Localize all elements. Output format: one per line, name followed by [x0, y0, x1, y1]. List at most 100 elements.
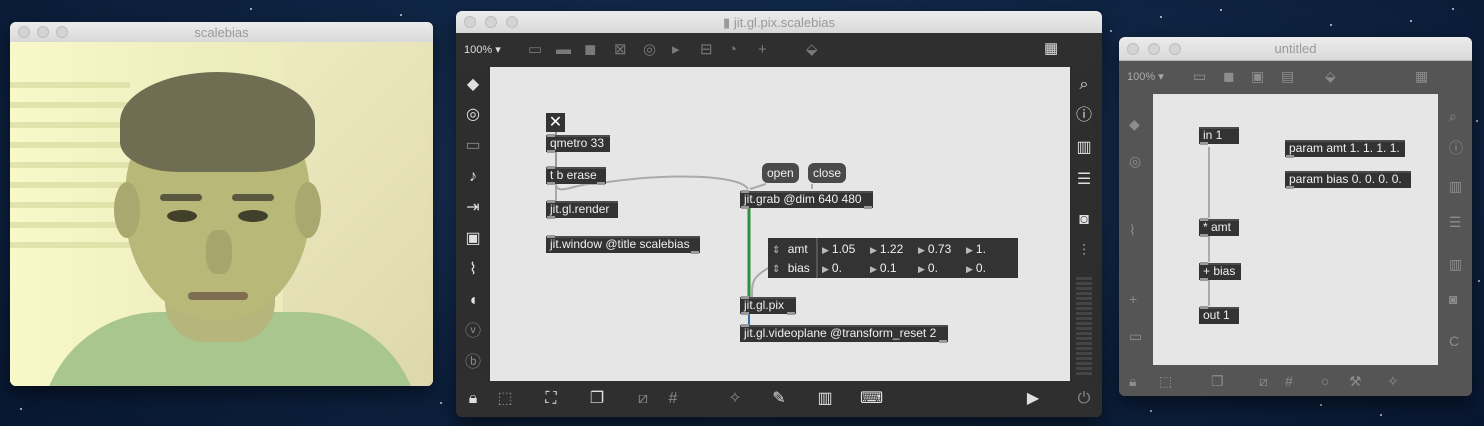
- power-icon[interactable]: ⏻: [1073, 390, 1095, 408]
- number-box[interactable]: ▶ 1.05: [822, 240, 855, 259]
- paperclip-icon[interactable]: ⌇: [462, 261, 484, 279]
- paint-bucket-icon[interactable]: ⬙: [806, 42, 818, 58]
- slider-icon[interactable]: ⊟: [700, 42, 713, 58]
- piano-icon[interactable]: ▥: [814, 390, 836, 408]
- grid-snap-icon[interactable]: #: [662, 390, 684, 408]
- presentation-icon[interactable]: ▭: [1193, 69, 1206, 83]
- hammer-icon[interactable]: ⚒: [1349, 374, 1362, 388]
- windows-icon[interactable]: ❐: [1211, 374, 1224, 388]
- list-icon[interactable]: ☰: [1449, 215, 1462, 229]
- message-icon[interactable]: ▬: [556, 42, 571, 58]
- gen-patcher-window[interactable]: untitled 100% ▾ ▭ ◼ ▣ ▤ ⬙ ▦ ◆ ◎ ⌇ + ▭ ⌕ …: [1119, 37, 1472, 396]
- keyboard-icon[interactable]: ⌨: [860, 390, 883, 408]
- video-window-titlebar[interactable]: scalebias: [10, 22, 433, 43]
- patcher-window[interactable]: ▮ jit.gl.pix.scalebias 100% ▾ ▭ ▬ ◼ ⊠ ◎ …: [456, 11, 1102, 417]
- add-icon[interactable]: +: [1129, 292, 1137, 306]
- cube-icon[interactable]: ◆: [462, 76, 484, 94]
- info-icon[interactable]: ⓘ: [1449, 141, 1463, 155]
- number-box[interactable]: ▶ 0.73: [918, 240, 951, 259]
- code-icon[interactable]: ▤: [1281, 69, 1294, 83]
- search-icon[interactable]: ⌕: [1073, 76, 1095, 94]
- debug-icon[interactable]: ✧: [724, 390, 746, 408]
- plug-icon[interactable]: ◖: [462, 292, 484, 310]
- expression-icon[interactable]: ▭: [1129, 329, 1142, 343]
- patcher-titlebar[interactable]: ▮ jit.gl.pix.scalebias: [456, 11, 1102, 34]
- info-icon[interactable]: ⓘ: [1073, 107, 1095, 125]
- grid-icon[interactable]: ▦: [1415, 69, 1428, 83]
- number-box[interactable]: ▶ 0.1: [870, 259, 897, 278]
- paint-bucket-icon[interactable]: ⬙: [1325, 69, 1336, 83]
- music-note-icon[interactable]: ♪: [462, 168, 484, 186]
- number-box[interactable]: ▶ 0.: [966, 259, 986, 278]
- c-icon[interactable]: C: [1449, 334, 1459, 348]
- list-icon[interactable]: ☰: [1073, 171, 1095, 189]
- reference-icon[interactable]: ▥: [1449, 257, 1462, 271]
- presentation-mode-icon[interactable]: ⬚: [494, 390, 516, 408]
- add-object-icon[interactable]: +: [758, 42, 767, 58]
- codebox-icon[interactable]: ▣: [1251, 69, 1264, 83]
- v-icon[interactable]: ⓥ: [462, 323, 484, 341]
- lock-icon[interactable]: 🔒︎: [462, 390, 484, 408]
- book-icon[interactable]: ▥: [1449, 179, 1462, 193]
- b-icon[interactable]: ⓑ: [462, 354, 484, 372]
- grid-snap-icon[interactable]: #: [1285, 374, 1293, 388]
- render-toggle[interactable]: ✕: [546, 113, 565, 132]
- gen-in-1-object[interactable]: in 1: [1199, 127, 1239, 145]
- zoom-menu[interactable]: 100% ▾: [464, 43, 501, 56]
- open-message[interactable]: open: [762, 163, 799, 183]
- book-icon[interactable]: ▥: [1073, 139, 1095, 157]
- hide-icon[interactable]: ⧄: [632, 390, 654, 408]
- gen-canvas[interactable]: in 1 param amt 1. 1. 1. 1. param bias 0.…: [1153, 94, 1438, 365]
- image-icon[interactable]: ▣: [462, 230, 484, 248]
- attr-amt-row[interactable]: ⇕ amt: [772, 240, 808, 258]
- param-amt-object[interactable]: param amt 1. 1. 1. 1.: [1285, 140, 1405, 158]
- hide-icon[interactable]: ⧄: [1259, 374, 1268, 388]
- panel-icon[interactable]: ▸: [672, 42, 680, 58]
- jit-gl-render-object[interactable]: jit.gl.render: [546, 200, 618, 219]
- wrench-icon[interactable]: ✎: [768, 390, 790, 408]
- cube-icon[interactable]: ◆: [1129, 117, 1140, 131]
- play-icon[interactable]: ▶: [1022, 390, 1044, 408]
- number-box[interactable]: ▶ 1.22: [870, 240, 903, 259]
- qmetro-object[interactable]: qmetro 33: [546, 134, 610, 153]
- camera-icon[interactable]: ◙: [1449, 292, 1457, 306]
- camera-icon[interactable]: ◙: [1073, 211, 1095, 229]
- number-box[interactable]: ▶ 1.: [966, 240, 986, 259]
- windows-icon[interactable]: ❐: [586, 390, 608, 408]
- mixer-icon[interactable]: ⫶: [1073, 243, 1095, 261]
- toggle-object-icon[interactable]: ⊠: [614, 42, 627, 58]
- presentation-mode-icon[interactable]: ⬚: [1159, 374, 1172, 388]
- media-icon[interactable]: ⇥: [462, 199, 484, 217]
- zoom-menu[interactable]: 100% ▾: [1127, 70, 1164, 83]
- message-icon[interactable]: ◼: [1223, 69, 1235, 83]
- jit-gl-pix-object[interactable]: jit.gl.pix: [740, 296, 796, 315]
- gen-patcher-titlebar[interactable]: untitled: [1119, 37, 1472, 61]
- attr-bias-row[interactable]: ⇕ bias: [772, 259, 810, 277]
- dial-icon[interactable]: ◔: [728, 42, 737, 58]
- add-bias-object[interactable]: + bias: [1199, 262, 1241, 281]
- grid-icon[interactable]: ▦: [1044, 41, 1058, 57]
- patcher-canvas[interactable]: ✕ qmetro 33 t b erase jit.gl.render jit.…: [490, 67, 1070, 382]
- t-b-erase-object[interactable]: t b erase: [546, 166, 606, 185]
- number-box[interactable]: ▶ 0.: [918, 259, 938, 278]
- lock-icon[interactable]: 🔒︎: [1129, 374, 1136, 388]
- attrui-panel[interactable]: ⇕ amt ⇕ bias ▶ 1.05 ▶ 1.22 ▶ 0.73 ▶ 1. ▶ 0. ▶…: [768, 238, 1018, 278]
- jit-grab-object[interactable]: jit.grab @dim 640 480: [740, 190, 873, 209]
- jit-gl-videoplane-object[interactable]: jit.gl.videoplane @transform_reset 2: [740, 324, 948, 343]
- debug-icon[interactable]: ✧: [1387, 374, 1399, 388]
- target-icon[interactable]: ◎: [462, 106, 484, 124]
- video-window[interactable]: scalebias: [10, 22, 433, 386]
- circle-icon[interactable]: ○: [1321, 374, 1329, 388]
- jit-window-object[interactable]: jit.window @title scalebias: [546, 235, 700, 254]
- keyboard-icon[interactable]: ▭: [462, 137, 484, 155]
- presentation-icon[interactable]: ▭: [528, 42, 542, 58]
- search-icon[interactable]: ⌕: [1449, 109, 1457, 123]
- param-bias-object[interactable]: param bias 0. 0. 0. 0.: [1285, 171, 1411, 189]
- projector-icon[interactable]: ⛶: [540, 390, 562, 408]
- target-icon[interactable]: ◎: [1129, 154, 1141, 168]
- button-object-icon[interactable]: ◎: [643, 42, 656, 58]
- number-box[interactable]: ▶ 0.: [822, 259, 842, 278]
- paperclip-icon[interactable]: ⌇: [1129, 223, 1136, 237]
- multiply-amt-object[interactable]: * amt: [1199, 218, 1239, 237]
- comment-icon[interactable]: ◼: [584, 42, 596, 58]
